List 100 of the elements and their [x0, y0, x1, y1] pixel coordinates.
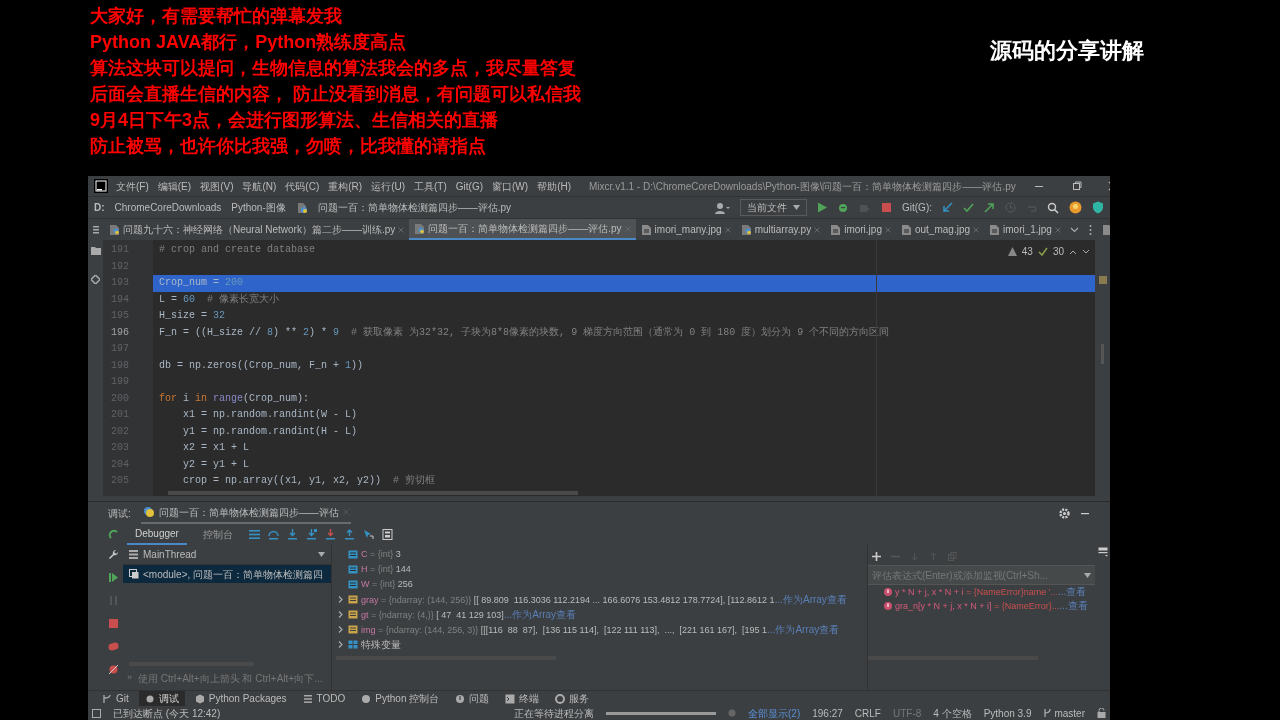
run-icon[interactable] [817, 202, 827, 213]
variable-entry[interactable]: img = {ndarray: (144, 256, 3)} [[[116 88 87], [136 115 114], [122 111 113], ..., [221 161 167], [195 1...作为Array查看 [361, 621, 840, 638]
rerun-icon[interactable] [108, 529, 119, 540]
step-into-icon[interactable] [324, 529, 336, 540]
overlay-text: 后面会直播生信的内容， 防止没看到消息，有问题可以私信我 [90, 83, 581, 106]
tool-window-button[interactable]: 终端 [499, 691, 546, 706]
interpreter[interactable]: Python 3.9 [983, 705, 1032, 720]
menu-item[interactable]: Git(G) [455, 178, 484, 194]
cursor-position[interactable]: 196:27 [812, 705, 843, 720]
tool-window-button[interactable]: 服务 [549, 691, 596, 706]
menu-item[interactable]: 工具(T) [414, 178, 447, 194]
breadcrumb[interactable]: D: [94, 200, 105, 215]
arrow-icon[interactable] [984, 202, 995, 213]
restore-icon[interactable] [1071, 181, 1082, 191]
code-line: crop = np.array((x1, y1, x2, y2)) # 剪切框 [182, 473, 436, 488]
code-line: # crop and create database [159, 243, 316, 257]
folder-icon[interactable] [90, 246, 101, 255]
stream-caption: 源码的分享讲解 [990, 37, 1144, 65]
variable-entry[interactable]: H = {int} 144 [361, 562, 411, 577]
search-icon[interactable] [1047, 201, 1059, 214]
app-logo-icon [94, 179, 108, 193]
mute-breakpoints-icon[interactable] [107, 664, 119, 675]
user-icon[interactable] [714, 201, 730, 214]
debug-tab[interactable]: Debugger [127, 524, 187, 545]
error-icon [884, 588, 892, 596]
tool-window-button[interactable]: Python Packages [188, 691, 293, 706]
package-icon [194, 693, 205, 704]
stop-icon[interactable] [107, 618, 119, 629]
tool-window-button[interactable]: 调试 [138, 691, 185, 706]
variable-entry[interactable]: gray = {ndarray: (144, 256)} [[ 89.809 116.3036 112.2194 ... 166.6076 153.4812 178.7724], [112.8612 1...作为Array查看 [361, 591, 847, 608]
menu-item[interactable]: 编辑(E) [157, 178, 192, 194]
step-into-icon[interactable] [286, 529, 298, 540]
editor-tab[interactable]: 问题九十六：神经网络（Neural Network）篇二步——训练.py [104, 219, 410, 240]
variable-entry[interactable]: 特殊变量 [361, 636, 401, 653]
chevron-down-icon[interactable] [1082, 248, 1090, 255]
editor-tab[interactable]: multiarray.py [735, 219, 826, 240]
shield-icon[interactable] [1092, 201, 1104, 214]
breadcrumb[interactable]: Python-图像 [231, 200, 286, 215]
tool-window-button[interactable]: Python 控制台 [355, 691, 446, 706]
breakpoints-icon[interactable] [107, 641, 119, 652]
session-tab[interactable]: 问题一百：简单物体检测篇四步——评估 [140, 502, 351, 524]
step-into-icon[interactable] [305, 529, 317, 540]
show-all-link[interactable]: 全部显示(2) [748, 705, 801, 720]
stack-frame[interactable]: <module>, 问题一百：简单物体检测篇四 [123, 565, 331, 583]
line-ending[interactable]: CRLF [854, 705, 881, 720]
python-file-icon [295, 201, 308, 214]
variable-entry[interactable]: gt = {ndarray: (4,)} [ 47 41 129 103]...作为Array查看 [361, 606, 577, 623]
step-out-icon[interactable] [343, 529, 355, 540]
variable-entry[interactable]: C = {int} 3 [361, 547, 401, 562]
settings-icon[interactable] [1059, 507, 1070, 519]
terminal-icon [505, 693, 516, 704]
variable-icon [348, 625, 358, 634]
python-file-icon [414, 222, 426, 235]
menu-item[interactable]: 文件(F) [116, 178, 149, 194]
editor-tab[interactable]: 问题一百：简单物体检测篇四步——评估.py [409, 219, 636, 240]
menu-item[interactable]: 视图(V) [200, 178, 234, 194]
arrow-icon[interactable] [942, 202, 953, 213]
indent-setting[interactable]: 4 个空格 [933, 705, 972, 720]
editor-tab[interactable]: out_mag.jpg [895, 219, 984, 240]
cancel-icon[interactable] [728, 709, 736, 717]
calculator-icon[interactable] [381, 529, 393, 540]
editor-tab[interactable]: imori_1.jpg [984, 219, 1066, 240]
tool-window-button[interactable]: TODO [296, 691, 352, 706]
git-branch[interactable]: master [1043, 705, 1085, 720]
breadcrumb[interactable]: ChromeCoreDownloads [114, 200, 222, 215]
breadcrumb[interactable]: 问题一百：简单物体检测篇四步——评估.py [317, 200, 512, 215]
chevron-up-icon[interactable] [1069, 248, 1077, 255]
debug-tab[interactable]: 控制台 [194, 524, 241, 545]
cursor-icon[interactable] [362, 529, 374, 540]
menu-item[interactable]: 帮助(H) [537, 178, 572, 194]
tool-window-button[interactable]: Git [96, 691, 135, 706]
lock-icon[interactable] [1097, 708, 1106, 718]
menu-item[interactable]: 代码(C) [285, 178, 320, 194]
menu-item[interactable]: 导航(N) [242, 178, 277, 194]
warning-count: 43 [1021, 245, 1033, 259]
editor-tab[interactable]: imori_many.jpg [635, 219, 736, 240]
step-over-icon[interactable] [267, 529, 279, 540]
list-icon[interactable] [248, 530, 260, 539]
move-up-icon [929, 551, 938, 561]
wrench-icon[interactable] [107, 549, 119, 560]
menu-item[interactable]: 窗口(W) [492, 178, 529, 194]
run-config-dropdown[interactable]: 当前文件 [740, 199, 807, 216]
add-icon[interactable] [872, 551, 881, 561]
panel-toggle-icon[interactable] [92, 708, 101, 718]
commit-icon[interactable] [91, 275, 100, 284]
editor-tab[interactable]: imori.jpg [825, 219, 896, 240]
code-line: y1 = np.random.randint(H - L) [182, 424, 358, 439]
menu-item[interactable]: 重构(R) [328, 178, 363, 194]
python-file-icon [109, 223, 120, 236]
tool-window-button[interactable]: 问题 [449, 691, 496, 706]
variable-icon [348, 580, 358, 589]
menu-item[interactable]: 运行(U) [371, 178, 406, 194]
services-icon [555, 693, 566, 704]
check-icon[interactable] [963, 202, 974, 213]
variable-icon [348, 550, 358, 559]
variable-entry[interactable]: W = {int} 256 [361, 577, 413, 592]
code-line: y2 = y1 + L [182, 457, 249, 472]
resume-icon[interactable] [107, 572, 119, 583]
stop-icon[interactable] [881, 202, 892, 213]
weak-warning-count: 30 [1052, 245, 1064, 259]
